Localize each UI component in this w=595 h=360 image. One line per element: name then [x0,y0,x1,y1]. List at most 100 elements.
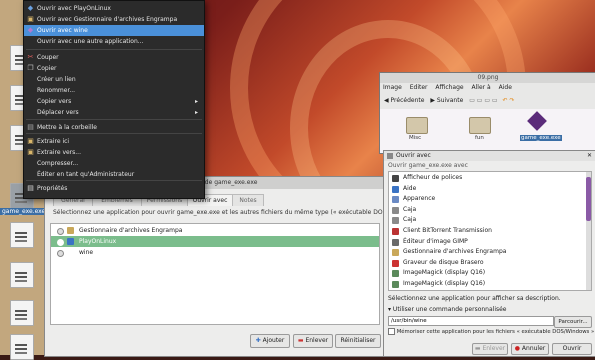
remove-button[interactable]: ▬ Enlever [293,334,333,348]
menu-aller[interactable]: Aller à [472,84,491,91]
menu-affichage[interactable]: Affichage [435,84,463,91]
menu-separator [26,49,202,50]
application-list: Afficheur de polices Aide Apparence Caja Caj… [388,171,592,291]
remember-checkbox-row[interactable]: Mémoriser cette application pour les fic… [388,328,594,335]
radio-button[interactable] [57,228,64,235]
list-item[interactable]: Graveur de disque Brasero [389,258,585,269]
context-menu-item[interactable]: Créer un lien [24,74,204,85]
reset-button[interactable]: Réinitialiser [335,334,381,348]
list-item[interactable]: Gestionnaire d'archives Engrampa [389,247,585,258]
radio-button[interactable] [57,250,64,257]
rotate-icons[interactable]: ↶ ↷ [503,97,515,104]
context-menu-item-label: Extraire vers... [37,149,81,156]
menu-editer[interactable]: Editer [410,84,428,91]
list-item[interactable]: Client BitTorrent Transmission [389,226,585,237]
open-with-dialog: Ouvrir avec ✕ Ouvrir game_exe.exe avec A… [383,150,595,357]
app-name: Aide [403,184,417,192]
dialog-titlebar: Ouvrir avec ✕ [384,151,595,161]
context-menu-item-label: Propriétés [37,185,68,192]
playonlinux-icon: ◆ [27,4,34,12]
context-menu-item[interactable]: Éditer en tant qu'Administrateur [24,169,204,180]
app-name: Client BitTorrent Transmission [403,227,492,234]
wine-icon[interactable] [527,111,547,131]
remove-button[interactable]: ▬ Enlever [472,343,508,355]
context-menu-item[interactable]: ◆ Ouvrir avec PlayOnLinux [24,3,204,14]
app-name: Gestionnaire d'archives Engrampa [403,248,507,256]
document-file-icon[interactable] [10,262,34,288]
close-icon[interactable]: ✕ [587,151,592,161]
description-text: Sélectionnez une application pour ouvrir… [53,209,424,216]
document-file-icon[interactable] [10,300,34,326]
command-input[interactable] [388,316,554,326]
folder-icon[interactable] [469,117,491,134]
file-label[interactable]: game_exe.exe [520,135,562,141]
radio-button[interactable] [57,239,64,246]
context-menu-item[interactable]: Ouvrir avec une autre application... [24,36,204,47]
list-item[interactable]: Caja [389,215,585,226]
extract-icon: ▣ [27,137,34,145]
open-button[interactable]: Ouvrir [552,343,592,355]
app-name: Graveur de disque Brasero [403,258,484,266]
file-manager-window: 09.png Image Editer Affichage Aller à Ai… [379,72,595,154]
context-menu-item[interactable]: Compresser... [24,158,204,169]
context-menu-item[interactable]: ✂ Couper [24,52,204,63]
menu-image[interactable]: Image [383,84,402,91]
back-arrow-icon[interactable]: ◀ [384,97,389,104]
hint-text: Sélectionnez une application pour affich… [388,295,561,302]
context-menu-item-label: Ouvrir avec Gestionnaire d'archives Engr… [37,16,178,23]
scrollbar-thumb[interactable] [586,177,591,221]
cancel-button[interactable]: ● Annuler [511,343,549,355]
document-file-icon[interactable] [10,334,34,360]
submenu-arrow-icon: ▸ [194,109,198,116]
app-icon [392,217,399,225]
file-area: Misc fun game_exe.exe [380,109,595,153]
list-item[interactable]: Apparence [389,194,585,205]
wine-icon: ◆ [27,26,34,34]
list-item[interactable]: Gestionnaire d'archives Engrampa [51,225,379,236]
context-menu-item[interactable]: ◆ Ouvrir avec wine [24,25,204,36]
context-menu-item-label: Éditer en tant qu'Administrateur [37,171,135,178]
back-button[interactable]: Précédente [391,97,425,104]
menu-aide[interactable]: Aide [499,84,512,91]
context-menu-item-label: Ouvrir avec PlayOnLinux [37,5,111,12]
app-name: Caja [403,205,417,213]
tab-notes[interactable]: Notes [232,194,264,206]
properties-dialog: Propriétés de game_exe.exe Général Emblè… [44,176,423,357]
scrollbar[interactable] [586,172,591,290]
app-icon [392,196,399,204]
menu-separator [26,133,202,134]
context-menu-item[interactable]: Renommer... [24,85,204,96]
context-menu-item[interactable]: ❐ Copier [24,63,204,74]
app-name: ImageMagick (display Q16) [403,280,486,287]
remember-checkbox[interactable] [388,328,395,335]
list-item[interactable]: wine [51,247,379,258]
list-item[interactable]: Éditeur d'image GIMP [389,237,585,248]
folder-icon[interactable] [406,117,428,134]
forward-arrow-icon[interactable]: ▶ [430,97,435,104]
document-file-icon[interactable] [10,222,34,248]
selected-icon-label[interactable]: game_exe.exe [0,208,48,215]
context-menu-item[interactable]: Copier vers ▸ [24,96,204,107]
browse-button[interactable]: Parcourir... [554,316,592,328]
forward-button[interactable]: Suivante [437,97,463,104]
add-button[interactable]: ✚ Ajouter [250,334,290,348]
list-item[interactable]: ImageMagick (display Q16) [389,279,585,290]
context-menu-item[interactable]: Déplacer vers ▸ [24,107,204,118]
context-menu-item[interactable]: ▣ Ouvrir avec Gestionnaire d'archives Eng… [24,14,204,25]
list-item[interactable]: ImageMagick (display Q16) [389,268,585,279]
list-item[interactable]: Caja [389,205,585,216]
list-item[interactable]: Aide [389,184,585,195]
submenu-arrow-icon: ▸ [194,98,198,105]
context-menu-item[interactable]: ▤ Mettre à la corbeille [24,122,204,133]
context-menu-item[interactable]: ▣ Extraire ici [24,136,204,147]
custom-command-expander[interactable]: ▾ Utiliser une commande personnalisée [388,306,507,313]
zoom-icons[interactable]: ▭ ▭ ▭ ▭ [469,97,497,104]
app-name: Afficheur de polices [403,174,463,181]
app-icon [392,175,399,182]
cut-icon: ✂ [27,53,34,61]
cancel-icon: ● [514,345,522,352]
context-menu-item[interactable]: ▤ Propriétés [24,183,204,194]
list-item[interactable]: Afficheur de polices [389,173,585,184]
list-item[interactable]: PlayOnLinux [51,236,379,247]
context-menu-item[interactable]: ▣ Extraire vers... [24,147,204,158]
